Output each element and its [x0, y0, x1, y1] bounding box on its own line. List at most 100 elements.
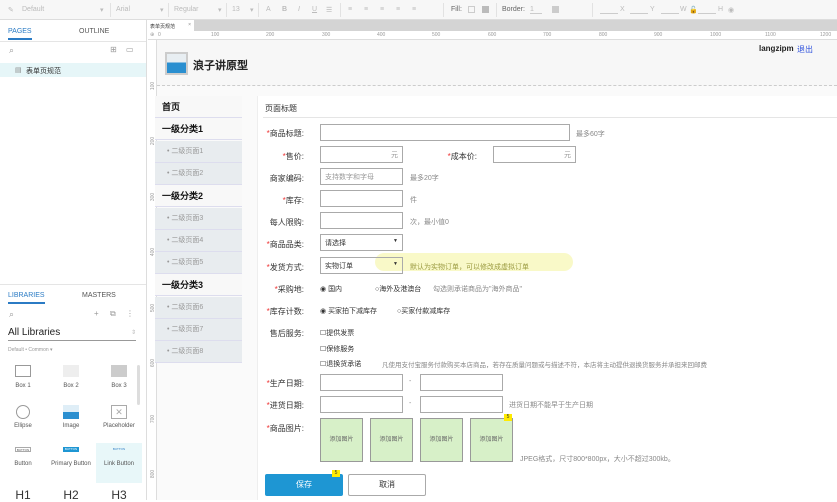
label-price: *售价:: [282, 152, 304, 161]
cost-input[interactable]: 元: [493, 146, 576, 163]
size-select[interactable]: 13: [232, 6, 240, 13]
valign-icon[interactable]: ≡: [412, 6, 416, 13]
origin-radio-domestic[interactable]: ◉ 国内: [320, 284, 342, 294]
visibility-icon[interactable]: ◉: [728, 6, 734, 14]
nav-item[interactable]: • 二级页面1: [155, 140, 242, 163]
nav-item[interactable]: 首页: [155, 96, 242, 118]
stock-input[interactable]: [320, 190, 403, 207]
shipping-select[interactable]: 实物订单 ▼: [320, 257, 403, 274]
purchase-date-end[interactable]: [420, 396, 503, 413]
border-color-swatch[interactable]: [552, 6, 559, 13]
add-library-icon[interactable]: +: [94, 309, 99, 318]
lock-icon[interactable]: 🔓: [689, 6, 698, 14]
nav-item[interactable]: 一级分类1: [155, 118, 242, 141]
w-input[interactable]: [661, 6, 679, 14]
price-input[interactable]: 元: [320, 146, 403, 163]
align-center-icon[interactable]: ≡: [364, 6, 368, 13]
cancel-button[interactable]: 取消: [348, 474, 426, 496]
add-image-slot[interactable]: 添加图片: [370, 418, 413, 462]
font-select[interactable]: Arial: [116, 6, 130, 13]
label-images: *商品图片:: [266, 424, 304, 433]
bold-icon[interactable]: B: [282, 6, 287, 13]
nav-item[interactable]: • 二级页面2: [155, 162, 242, 185]
x-input[interactable]: [600, 6, 618, 14]
y-input[interactable]: [630, 6, 648, 14]
category-select[interactable]: 请选择 ▼: [320, 234, 403, 251]
fill-image-swatch[interactable]: [482, 6, 489, 13]
sku-code-input[interactable]: 支持数字和字母: [320, 168, 403, 185]
library-filter[interactable]: Default • Common ▾: [8, 347, 53, 353]
tab-pages[interactable]: PAGES: [8, 28, 32, 40]
nav-item[interactable]: 一级分类3: [155, 274, 242, 297]
logout-link[interactable]: 退出: [797, 44, 813, 55]
save-button[interactable]: 保存: [265, 474, 343, 496]
library-select[interactable]: All Libraries ⇕: [8, 327, 136, 341]
x-label: X: [620, 6, 625, 13]
widget-box3[interactable]: Box 3: [96, 365, 142, 389]
chevron-down-icon: ▼: [393, 238, 398, 244]
nav-item[interactable]: • 二级页面4: [155, 229, 242, 252]
chevron-down-icon: ▼: [393, 261, 398, 267]
italic-icon[interactable]: I: [298, 6, 300, 13]
search-icon[interactable]: ⌕: [9, 45, 14, 56]
stock-hint: 件: [410, 197, 417, 204]
widget-box1[interactable]: Box 1: [0, 365, 46, 389]
weight-select[interactable]: Regular: [174, 6, 199, 13]
library-copy-icon[interactable]: ⧉: [110, 309, 116, 319]
library-search-icon[interactable]: ⌕: [9, 309, 14, 320]
label-after-sales: 售后服务:: [269, 329, 304, 338]
checkbox-warranty[interactable]: ☐保修服务: [320, 344, 354, 354]
tab-masters[interactable]: MASTERS: [82, 292, 116, 299]
origin-radio-overseas[interactable]: ○海外及港澳台: [375, 284, 421, 294]
add-image-slot[interactable]: 添加图片: [420, 418, 463, 462]
border-width-input[interactable]: 1: [530, 6, 542, 14]
label-sku-code: 商家编码:: [269, 174, 304, 183]
align-left-icon[interactable]: ≡: [348, 6, 352, 13]
tab-outline[interactable]: OUTLINE: [79, 28, 109, 35]
label-purchase-date: *进货日期:: [266, 401, 304, 410]
underline-icon[interactable]: U: [312, 6, 317, 13]
stock-count-radio-pay[interactable]: ○买家付款减库存: [397, 306, 450, 316]
widget-button[interactable]: BUTTON Button: [0, 447, 46, 467]
style-select[interactable]: Default: [22, 6, 44, 13]
nav-item[interactable]: 一级分类2: [155, 185, 242, 208]
widget-box2[interactable]: Box 2: [48, 365, 94, 389]
doc-tab[interactable]: 表单页规范 ×: [148, 20, 194, 31]
align-right-icon[interactable]: ≡: [380, 6, 384, 13]
checkbox-invoice[interactable]: ☐提供发票: [320, 328, 354, 338]
purchase-date-start[interactable]: [320, 396, 403, 413]
page-item[interactable]: ▤ 表单页规范: [0, 63, 146, 77]
fill-color-swatch[interactable]: [468, 6, 475, 13]
add-page-icon[interactable]: ⊞: [110, 45, 117, 54]
widget-link-button[interactable]: BUTTON Link Button: [96, 443, 142, 483]
library-menu-icon[interactable]: ⋮: [126, 309, 134, 318]
widget-image[interactable]: Image: [48, 405, 94, 429]
tab-libraries[interactable]: LIBRARIES: [8, 292, 45, 304]
widget-ellipse[interactable]: Ellipse: [0, 405, 46, 429]
nav-item[interactable]: • 二级页面8: [155, 341, 242, 364]
stock-count-radio-order[interactable]: ◉ 买家拍下减库存: [320, 306, 377, 316]
y-label: Y: [650, 6, 655, 13]
purchase-date-hint: 进货日期不能早于生产日期: [509, 402, 593, 409]
close-tab-icon[interactable]: ×: [188, 22, 191, 28]
nav-item[interactable]: • 二级页面5: [155, 252, 242, 275]
widget-placeholder[interactable]: ✕ Placeholder: [96, 405, 142, 429]
add-image-slot[interactable]: 添加图片: [470, 418, 513, 462]
list-icon[interactable]: ☰: [326, 6, 332, 14]
nav-item[interactable]: • 二级页面3: [155, 207, 242, 230]
note-badge[interactable]: 5: [332, 470, 340, 477]
production-date-start[interactable]: [320, 374, 403, 391]
font-color-icon[interactable]: A: [266, 6, 271, 13]
product-title-input[interactable]: [320, 124, 570, 141]
limit-input[interactable]: [320, 212, 403, 229]
note-badge[interactable]: 5: [504, 414, 512, 421]
production-date-end[interactable]: [420, 374, 503, 391]
widget-primary-button[interactable]: BUTTON Primary Button: [48, 447, 94, 467]
nav-item[interactable]: • 二级页面7: [155, 319, 242, 341]
justify-icon[interactable]: ≡: [396, 6, 400, 13]
add-folder-icon[interactable]: ▭: [126, 45, 134, 54]
add-image-slot[interactable]: 添加图片: [320, 418, 363, 462]
checkbox-return[interactable]: ☐退换货承诺: [320, 359, 361, 369]
nav-item[interactable]: • 二级页面6: [155, 296, 242, 319]
h-input[interactable]: [698, 6, 716, 14]
